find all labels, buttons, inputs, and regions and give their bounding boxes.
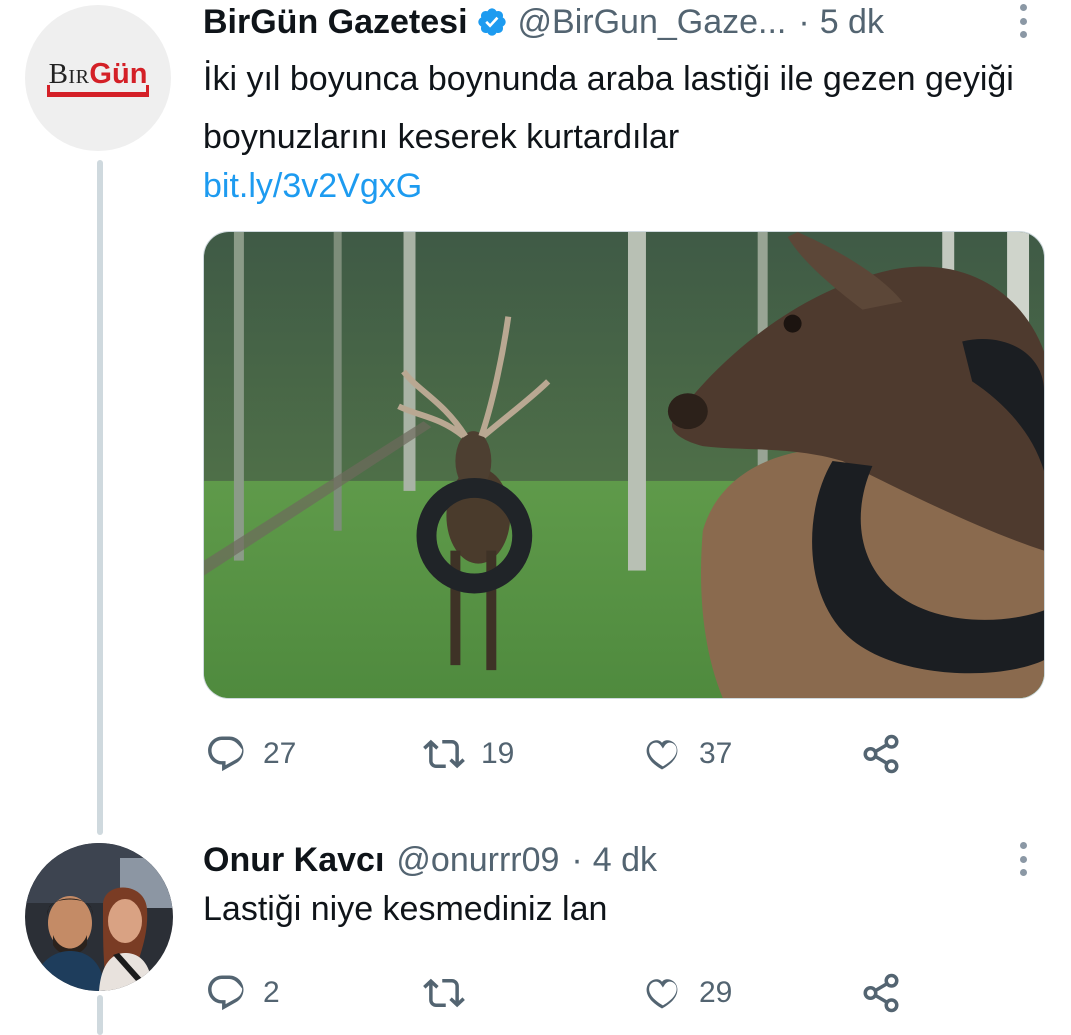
share-button[interactable] (860, 972, 902, 1014)
reply-author-handle[interactable]: @onurrr09 (396, 841, 559, 880)
separator-dot: · (571, 840, 583, 879)
deer-photo-illustration (204, 232, 1044, 698)
reply-header: Onur Kavcı @onurrr09 · 4 dk (203, 840, 657, 880)
verified-badge-icon (476, 6, 508, 38)
more-options-icon[interactable] (1018, 842, 1028, 876)
tweet-link[interactable]: bit.ly/3v2VgxG (203, 167, 422, 206)
retweet-count: 19 (481, 737, 515, 770)
like-button[interactable]: 37 (641, 733, 732, 775)
avatar[interactable]: BirGün (25, 5, 171, 151)
tweet-header: BirGün Gazetesi @BirGun_Gaze... · 5 dk (203, 2, 884, 42)
reply-avatar[interactable] (25, 843, 173, 991)
reply-button[interactable]: 2 (205, 972, 280, 1014)
retweet-icon (423, 739, 465, 769)
more-options-icon[interactable] (1018, 4, 1028, 38)
tweet-image[interactable] (203, 231, 1045, 699)
reply-count: 27 (263, 737, 297, 770)
like-icon (646, 979, 678, 1009)
separator-dot: · (798, 2, 810, 41)
tweet-text: İki yıl boyunca boynunda araba lastiği i… (203, 60, 1014, 156)
reply-avatar-photo (25, 843, 173, 991)
share-button[interactable] (860, 733, 902, 775)
reply-text: Lastiği niye kesmediniz lan (203, 890, 608, 928)
retweet-button[interactable] (423, 972, 481, 1014)
like-button[interactable]: 29 (641, 972, 732, 1014)
like-count: 29 (699, 976, 733, 1009)
birgun-logo: BirGün (45, 59, 152, 97)
like-icon (646, 740, 678, 770)
share-icon (863, 734, 899, 774)
author-handle[interactable]: @BirGun_Gaze... (518, 3, 787, 42)
reply-count: 2 (263, 976, 280, 1009)
reply-icon (208, 736, 244, 772)
thread-connector-line-bottom (97, 995, 103, 1035)
reply-author-name[interactable]: Onur Kavcı (203, 841, 384, 880)
retweet-button[interactable]: 19 (423, 733, 514, 775)
author-name[interactable]: BirGün Gazetesi (203, 3, 468, 42)
timestamp[interactable]: 5 dk (820, 3, 884, 42)
share-icon (863, 973, 899, 1013)
reply-button[interactable]: 27 (205, 733, 296, 775)
like-count: 37 (699, 737, 733, 770)
retweet-icon (423, 978, 465, 1008)
reply-icon (208, 975, 244, 1011)
thread-connector-line (97, 160, 103, 835)
reply-timestamp[interactable]: 4 dk (593, 841, 657, 880)
